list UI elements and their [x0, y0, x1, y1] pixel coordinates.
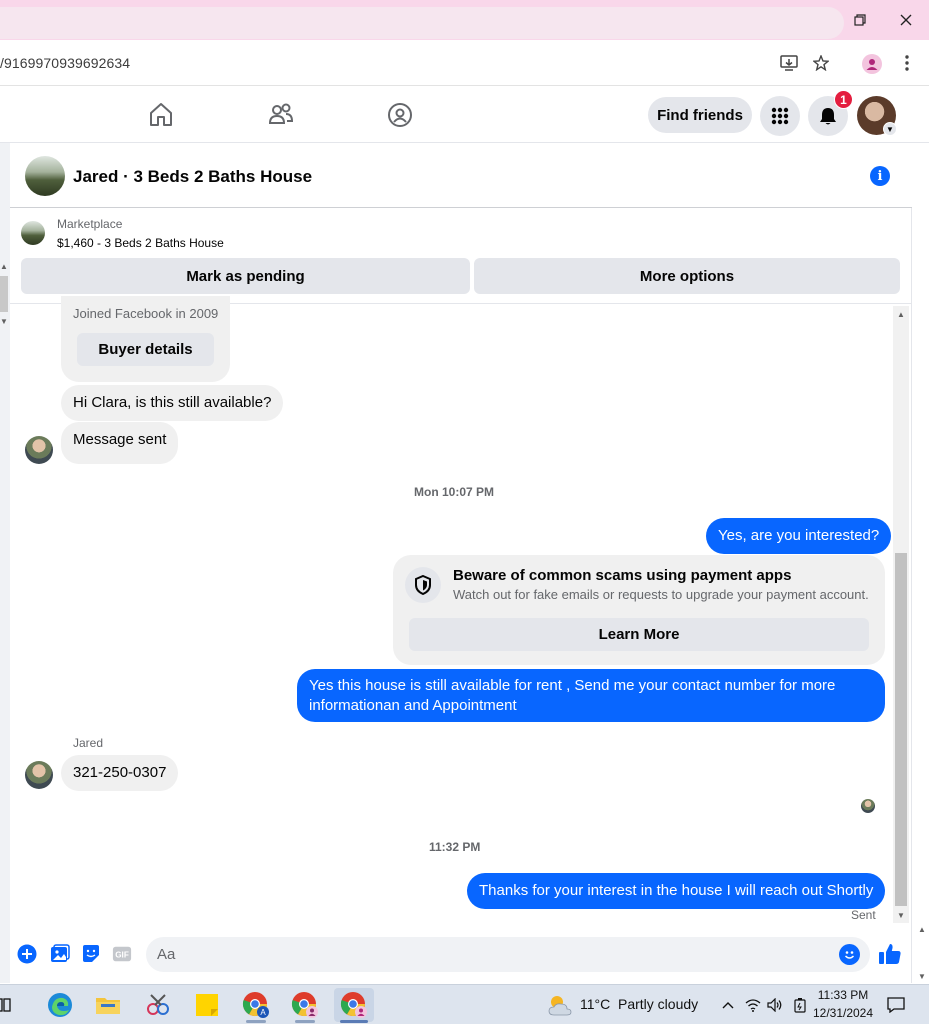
svg-text:GIF: GIF	[115, 951, 129, 960]
left-scrollbar-thumb[interactable]	[0, 276, 8, 312]
seen-indicator-avatar	[861, 799, 875, 813]
chat-scrollbar-thumb[interactable]	[895, 553, 907, 906]
weather-temperature[interactable]: 11°C	[580, 996, 610, 1012]
chevron-up-icon[interactable]	[718, 988, 738, 1022]
add-plus-icon[interactable]	[17, 944, 37, 964]
timestamp: Mon 10:07 PM	[414, 485, 495, 499]
sender-name: Jared	[73, 736, 104, 750]
message-outgoing[interactable]: Thanks for your interest in the house I …	[467, 873, 886, 909]
message-text-line: Yes this house is still available for re…	[309, 677, 836, 694]
active-app-indicator	[340, 1020, 368, 1023]
task-view-icon[interactable]	[0, 988, 18, 1022]
install-app-icon[interactable]	[780, 54, 798, 72]
sent-status: Sent	[851, 908, 876, 922]
apps-grid-icon	[771, 107, 789, 125]
listing-price[interactable]: $1,460 - 3 Beds 2 Baths House	[57, 236, 224, 250]
scroll-up-icon[interactable]: ▲	[0, 262, 8, 271]
restore-button[interactable]	[837, 0, 883, 40]
message-input[interactable]	[146, 937, 870, 972]
profile-icon[interactable]	[862, 54, 882, 74]
gif-icon[interactable]: GIF	[112, 944, 132, 964]
sticky-notes-icon[interactable]	[187, 988, 227, 1022]
listing-avatar[interactable]	[25, 156, 65, 196]
scroll-down-icon[interactable]: ▼	[0, 317, 8, 326]
timestamp: 11:32 PM	[429, 840, 481, 854]
url-field[interactable]	[0, 7, 844, 39]
message-text-line: informationan and Appointment	[309, 697, 517, 714]
notification-center-icon[interactable]	[880, 988, 912, 1022]
restore-icon	[854, 14, 866, 26]
learn-more-button[interactable]: Learn More	[409, 618, 869, 651]
more-menu-icon[interactable]	[898, 54, 916, 72]
emoji-icon[interactable]	[839, 944, 860, 965]
listing-thumbnail[interactable]	[21, 221, 45, 245]
sticker-icon[interactable]	[81, 944, 101, 964]
battery-icon[interactable]	[790, 988, 810, 1022]
message-incoming[interactable]: 321-250-0307	[61, 755, 179, 791]
close-icon	[900, 14, 912, 26]
thumbs-up-icon[interactable]	[878, 942, 902, 966]
system-date[interactable]: 12/31/2024	[812, 1006, 874, 1020]
scam-warning-title: Beware of common scams using payment app…	[453, 567, 792, 584]
page-scroll-arrow-icon[interactable]: ▲	[916, 923, 928, 935]
message-incoming[interactable]: Message sent	[61, 422, 179, 464]
svg-text:A: A	[260, 1008, 266, 1017]
shield-icon	[405, 567, 441, 603]
scroll-up-icon[interactable]: ▲	[895, 308, 907, 320]
message-incoming[interactable]: Hi Clara, is this still available?	[61, 385, 284, 421]
volume-icon[interactable]	[765, 988, 785, 1022]
find-friends-button[interactable]: Find friends	[648, 97, 752, 133]
partly-cloudy-icon[interactable]	[544, 988, 576, 1022]
more-options-button[interactable]: More options	[474, 258, 900, 294]
photo-icon[interactable]	[50, 944, 70, 964]
bookmark-star-icon[interactable]	[812, 54, 830, 72]
joined-facebook-text: Joined Facebook in 2009	[73, 306, 219, 321]
chevron-down-icon[interactable]: ▼	[883, 122, 897, 136]
close-window-button[interactable]	[883, 0, 929, 40]
friends-icon[interactable]	[267, 101, 295, 129]
jared-avatar[interactable]	[25, 761, 53, 789]
edge-browser-icon[interactable]	[40, 988, 80, 1022]
menu-button[interactable]	[760, 96, 800, 136]
groups-icon[interactable]	[386, 101, 414, 129]
scroll-down-icon[interactable]: ▼	[895, 909, 907, 921]
file-explorer-icon[interactable]	[88, 988, 128, 1022]
chat-title[interactable]: Jared · 3 Beds 2 Baths House	[73, 167, 312, 187]
message-input-placeholder[interactable]: Aa	[157, 946, 175, 963]
running-app-indicator	[295, 1020, 315, 1023]
notification-badge: 1	[834, 90, 853, 109]
bell-icon	[820, 108, 836, 125]
home-icon[interactable]	[147, 101, 175, 129]
chrome-profile-a-icon[interactable]: A	[236, 988, 276, 1022]
scam-warning-subtitle: Watch out for fake emails or requests to…	[453, 587, 869, 602]
info-icon[interactable]: i	[870, 166, 890, 186]
running-app-indicator	[246, 1020, 266, 1023]
url-text[interactable]: /9169970939692634	[0, 55, 130, 71]
snipping-tool-icon[interactable]	[138, 988, 178, 1022]
chrome-profile-icon[interactable]	[285, 988, 325, 1022]
system-time[interactable]: 11:33 PM	[812, 988, 874, 1002]
mark-as-pending-button[interactable]: Mark as pending	[21, 258, 470, 294]
message-outgoing[interactable]: Yes, are you interested?	[706, 518, 892, 554]
wifi-icon[interactable]	[743, 988, 763, 1022]
buyer-details-button[interactable]: Buyer details	[77, 333, 214, 366]
weather-condition[interactable]: Partly cloudy	[618, 996, 698, 1012]
page-scroll-down-icon[interactable]: ▼	[916, 970, 928, 982]
jared-avatar[interactable]	[25, 436, 53, 464]
chrome-active-window-icon[interactable]	[334, 988, 374, 1022]
marketplace-label: Marketplace	[57, 217, 123, 231]
